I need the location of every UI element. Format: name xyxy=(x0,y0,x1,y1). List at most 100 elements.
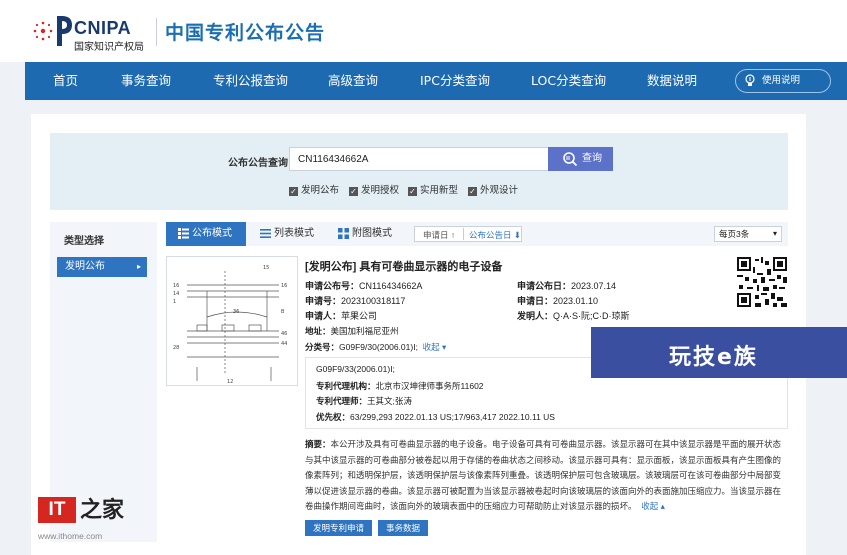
record-title[interactable]: [发明公布] 具有可卷曲显示器的电子设备 xyxy=(305,258,502,274)
watermark-zhi-logo: 之家 xyxy=(80,497,125,523)
sort-apply-date[interactable]: 申请日 ↑ xyxy=(423,229,455,241)
checkbox-invention-grant[interactable]: ✓ 发明授权 xyxy=(349,182,399,196)
figure-label: 1 xyxy=(173,299,176,305)
chevron-right-icon: ▸ xyxy=(136,262,141,271)
pub-date-field: 申请公布日：2023.07.14 xyxy=(517,279,616,292)
grid-icon xyxy=(338,228,349,239)
abstract-body: 本公开涉及具有可卷曲显示器的电子设备。电子设备可具有可卷曲显示器。该显示器可在其… xyxy=(305,439,782,511)
figure-label: 28 xyxy=(173,345,179,351)
nav-item-advanced[interactable]: 高级查询 xyxy=(328,62,378,100)
sidebar-item-label: 发明公布 xyxy=(65,261,105,272)
figure-label: 12 xyxy=(227,379,233,385)
patent-figure-thumbnail[interactable]: 16 14 1 15 16 B 46 44 36 28 12 xyxy=(166,256,298,386)
watermark-url: www.ithome.com xyxy=(38,531,103,541)
collapse-class-link[interactable]: 收起 ▾ xyxy=(423,342,447,352)
search-button[interactable]: 查询 xyxy=(548,147,613,171)
chevron-down-icon: ▾ xyxy=(772,229,777,238)
overlay-ad-banner[interactable]: 玩技e族 xyxy=(591,327,847,378)
list-detail-icon xyxy=(178,228,189,239)
search-button-label: 查询 xyxy=(582,153,602,164)
checkbox-checked-icon: ✓ xyxy=(408,187,417,196)
figure-label: B xyxy=(281,309,285,315)
tab-list-mode[interactable]: 列表模式 xyxy=(248,222,326,246)
field-value: CN116434662A xyxy=(359,281,423,291)
field-value: 美国加利福尼亚州 xyxy=(330,326,399,336)
cnipa-logo[interactable]: CNIPA 国家知识产权局 xyxy=(32,14,152,53)
tab-publication-mode[interactable]: 公布模式 xyxy=(166,222,246,246)
checkbox-utility-model[interactable]: ✓ 实用新型 xyxy=(408,182,458,196)
nav-item-loc[interactable]: LOC分类查询 xyxy=(531,62,606,100)
figure-label: 14 xyxy=(173,291,179,297)
app-date-field: 申请日：2023.01.10 xyxy=(517,294,598,307)
field-label: 专利代理机构： xyxy=(316,381,376,391)
figure-label: 46 xyxy=(281,331,287,337)
applicant-field: 申请人：苹果公司 xyxy=(305,309,377,322)
field-label: 申请公布号： xyxy=(305,281,360,291)
field-label: 专利代理师： xyxy=(316,396,368,406)
field-label: 发明人： xyxy=(517,311,554,321)
figure-label: 16 xyxy=(281,283,287,289)
field-value: 2023.01.10 xyxy=(553,296,599,306)
field-value: 王其文;张涛 xyxy=(367,396,412,406)
app-no-field: 申请号：2023100318117 xyxy=(305,294,405,307)
checkbox-checked-icon: ✓ xyxy=(468,187,477,196)
sort-pub-date[interactable]: 公布公告日 ⬇ xyxy=(469,229,521,241)
abstract-text: 摘要：本公开涉及具有可卷曲显示器的电子设备。电子设备可具有可卷曲显示器。该显示器… xyxy=(305,437,788,515)
checkbox-invention-pub[interactable]: ✓ 发明公布 xyxy=(289,182,339,196)
per-page-value: 每页3条 xyxy=(719,229,750,239)
checkbox-label: 发明授权 xyxy=(361,185,400,196)
field-label: 优先权： xyxy=(316,412,351,422)
field-label: 申请公布日： xyxy=(517,281,572,291)
nav-item-gazette[interactable]: 专利公报查询 xyxy=(213,62,288,100)
list-icon xyxy=(260,229,271,238)
figure-label: 15 xyxy=(263,265,269,271)
per-page-select[interactable]: 每页3条 ▾ xyxy=(714,226,782,242)
nav-item-data-desc[interactable]: 数据说明 xyxy=(647,62,697,100)
lightbulb-icon xyxy=(745,74,755,86)
help-button[interactable]: 使用说明 xyxy=(735,69,831,93)
site-header: CNIPA 国家知识产权局 中国专利公布公告 xyxy=(0,0,847,62)
sort-control: 申请日 ↑ 公布公告日 ⬇ xyxy=(414,226,522,242)
search-icon xyxy=(563,152,578,167)
field-value: 苹果公司 xyxy=(341,311,378,321)
field-label: 地址： xyxy=(305,326,331,336)
nav-item-ipc[interactable]: IPC分类查询 xyxy=(420,62,490,100)
figure-label: 44 xyxy=(281,341,287,347)
cnipa-star-icon xyxy=(33,21,53,41)
field-label: 分类号： xyxy=(305,342,340,352)
checkbox-checked-icon: ✓ xyxy=(349,187,358,196)
collapse-abstract-link[interactable]: 收起 ▴ xyxy=(641,501,665,511)
address-field: 地址：美国加利福尼亚州 xyxy=(305,325,399,337)
affairs-data-button[interactable]: 事务数据 xyxy=(378,520,429,536)
search-section xyxy=(50,133,788,210)
nav-item-home[interactable]: 首页 xyxy=(53,62,78,100)
checkbox-label: 发明公布 xyxy=(301,185,340,196)
sidebar-title: 类型选择 xyxy=(64,236,104,247)
tab-label: 列表模式 xyxy=(274,228,314,239)
field-value: 2023.07.14 xyxy=(571,281,617,291)
patent-drawing-figure: 16 14 1 15 16 B 46 44 36 28 12 xyxy=(173,265,287,385)
watermark-it-logo: IT xyxy=(38,497,76,523)
field-value: G09F9/30(2006.01)I; xyxy=(339,342,418,352)
nav-item-affairs[interactable]: 事务查询 xyxy=(121,62,171,100)
field-value: 北京市汉坤律师事务所11602 xyxy=(375,381,484,391)
site-title: 中国专利公布公告 xyxy=(165,22,326,44)
checkbox-design[interactable]: ✓ 外观设计 xyxy=(468,182,518,196)
priority-field: 优先权：63/299,293 2022.01.13 US;17/963,417 … xyxy=(316,411,555,423)
invention-application-button[interactable]: 发明专利申请 xyxy=(305,520,373,536)
sort-divider xyxy=(463,228,464,240)
help-label: 使用说明 xyxy=(762,75,801,86)
figure-label: 16 xyxy=(173,283,179,289)
logo-text: CNIPA xyxy=(74,18,132,38)
field-value: Q·A·S·阮;C·D·琼斯 xyxy=(553,311,630,321)
tab-figure-mode[interactable]: 附图模式 xyxy=(326,222,406,246)
tab-label: 公布模式 xyxy=(192,228,232,239)
class2-field: G09F9/33(2006.01)I; xyxy=(316,364,395,374)
pub-no-field: 申请公布号：CN116434662A xyxy=(305,279,422,292)
sidebar-item-invention-pub[interactable]: 发明公布 ▸ xyxy=(57,257,147,277)
cnipa-p-icon xyxy=(57,16,72,46)
search-input[interactable] xyxy=(289,147,549,171)
field-label: 申请号： xyxy=(305,296,342,306)
inventor-field: 发明人：Q·A·S·阮;C·D·琼斯 xyxy=(517,309,630,322)
ithome-watermark: IT 之家 www.ithome.com xyxy=(38,497,128,543)
